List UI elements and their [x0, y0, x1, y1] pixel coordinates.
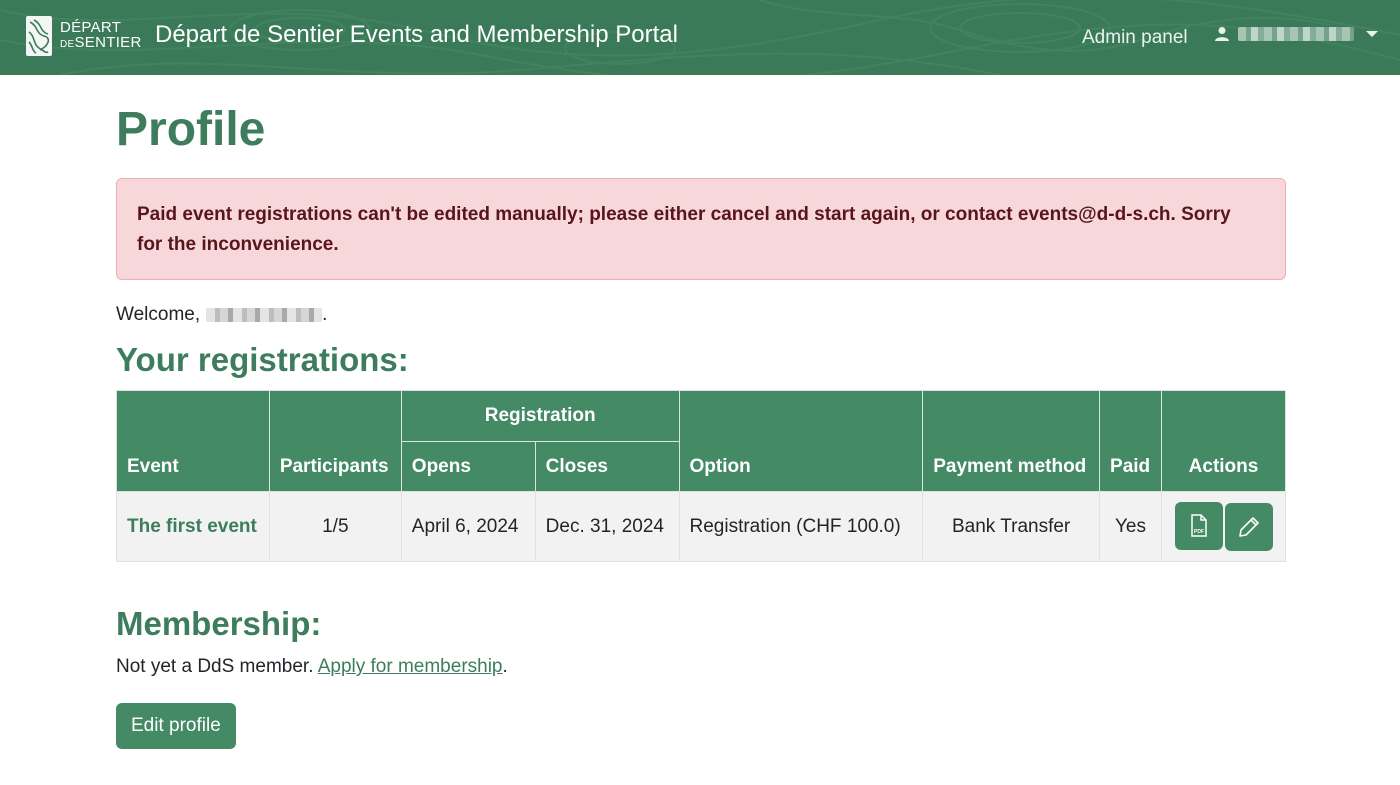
cell-closes: Dec. 31, 2024	[534, 491, 680, 562]
cell-actions: PDF	[1161, 491, 1286, 562]
portal-title[interactable]: Départ de Sentier Events and Membership …	[155, 20, 678, 50]
page-title: Profile	[116, 103, 266, 156]
apply-membership-link[interactable]: Apply for membership	[318, 656, 503, 677]
event-link[interactable]: The first event	[127, 516, 257, 537]
main-content: Profile Paid event registrations can't b…	[116, 75, 1286, 749]
brand-logo-icon	[26, 16, 52, 56]
col-header-paid: Paid	[1099, 390, 1162, 492]
col-header-closes: Closes	[534, 441, 680, 492]
membership-heading: Membership:	[116, 605, 322, 642]
membership-link-suffix: .	[502, 656, 508, 677]
welcome-message: Welcome, .	[116, 302, 1286, 328]
cell-paid: Yes	[1099, 491, 1162, 562]
admin-panel-link[interactable]: Admin panel	[1082, 26, 1188, 50]
cell-payment-method: Bank Transfer	[922, 491, 1101, 562]
registrations-heading: Your registrations:	[116, 341, 409, 378]
alert-message: Paid event registrations can't be edited…	[137, 204, 1231, 255]
membership-status-text: Not yet a DdS member.	[116, 656, 314, 677]
user-icon	[1215, 27, 1229, 41]
brand-name: DÉPART DESENTIER	[60, 19, 142, 51]
chevron-down-icon	[1366, 31, 1378, 37]
download-pdf-button[interactable]: PDF	[1174, 502, 1223, 550]
user-dropdown[interactable]	[1214, 26, 1378, 42]
edit-registration-button[interactable]	[1224, 503, 1273, 551]
cell-participants: 1/5	[268, 491, 402, 562]
redacted-name	[206, 308, 323, 322]
registrations-table: Event Participants Registration Option P…	[116, 390, 1286, 562]
welcome-prefix: Welcome,	[116, 304, 201, 325]
col-header-actions: Actions	[1161, 390, 1286, 492]
cell-opens: April 6, 2024	[400, 491, 536, 562]
redacted-username	[1238, 27, 1354, 41]
welcome-suffix: .	[322, 304, 328, 325]
col-header-payment-method: Payment method	[922, 390, 1101, 492]
brand-logo-link[interactable]: DÉPART DESENTIER	[26, 16, 142, 56]
cell-event: The first event	[116, 491, 270, 562]
top-navbar: DÉPART DESENTIER Départ de Sentier Event…	[0, 0, 1400, 75]
col-header-event: Event	[116, 390, 270, 492]
cell-option: Registration (CHF 100.0)	[678, 491, 924, 562]
edit-profile-button[interactable]: Edit profile	[116, 703, 236, 749]
svg-text:PDF: PDF	[1194, 529, 1204, 535]
col-header-option: Option	[678, 390, 924, 492]
table-row: The first event 1/5 April 6, 2024 Dec. 3…	[116, 491, 1286, 562]
col-header-opens: Opens	[400, 441, 536, 492]
error-alert: Paid event registrations can't be edited…	[116, 178, 1286, 280]
col-header-participants: Participants	[268, 390, 402, 492]
pencil-icon	[1238, 517, 1259, 537]
membership-status: Not yet a DdS member. Apply for membersh…	[116, 654, 1286, 680]
pdf-icon: PDF	[1190, 514, 1207, 537]
col-group-registration: Registration	[400, 390, 680, 442]
